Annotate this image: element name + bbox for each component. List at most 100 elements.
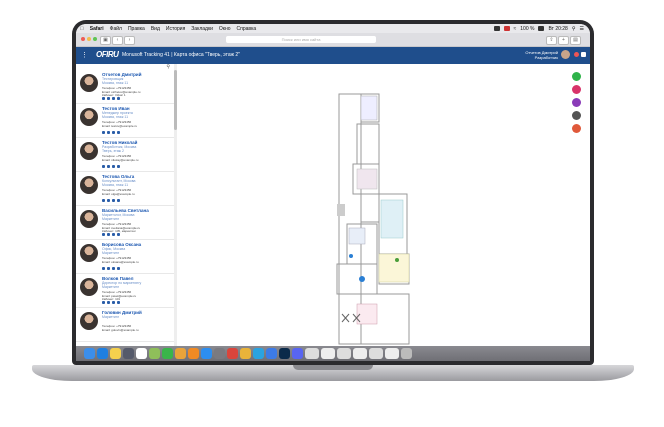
finder-icon[interactable] (84, 348, 95, 359)
chat-icon[interactable] (107, 199, 110, 202)
status-icon-1[interactable] (493, 26, 500, 31)
profile-icon[interactable] (117, 301, 120, 304)
profile-icon[interactable] (117, 233, 120, 236)
notes-icon[interactable] (110, 348, 121, 359)
launchpad-icon[interactable] (123, 348, 134, 359)
user-location-button[interactable] (572, 98, 581, 107)
list-item[interactable]: Тестов Николай Разработчик, Москва Тверь,… (76, 138, 176, 172)
menu-bookmarks[interactable]: Закладки (191, 26, 213, 32)
photoshop-icon[interactable] (279, 348, 290, 359)
photos-icon[interactable] (149, 348, 160, 359)
menu-help[interactable]: Справка (237, 26, 257, 32)
edit-icon[interactable] (112, 97, 115, 100)
map-icon[interactable] (102, 199, 105, 202)
window6-icon[interactable] (385, 348, 399, 359)
list-item[interactable]: Отчетов Дмитрий Тестировщик Москва, этаж … (76, 70, 176, 104)
current-user[interactable]: Отчетов Дмитрий Разработчик (525, 50, 558, 60)
edit-icon[interactable] (112, 199, 115, 202)
menu-file[interactable]: Файл (110, 26, 122, 32)
chat-icon[interactable] (107, 267, 110, 270)
zoom-button[interactable] (93, 37, 97, 41)
window2-icon[interactable] (321, 348, 335, 359)
user-avatar[interactable] (561, 50, 570, 59)
menu-edit[interactable]: Правка (128, 26, 145, 32)
sidebar-toggle-button[interactable]: ▣ (100, 36, 111, 45)
menu-history[interactable]: История (166, 26, 185, 32)
menu-safari[interactable]: Safari (90, 26, 104, 32)
chat-icon[interactable] (107, 301, 110, 304)
share-button[interactable]: ⇧ (546, 36, 557, 45)
telegram-icon[interactable] (253, 348, 264, 359)
back-button[interactable]: ‹ (112, 36, 123, 45)
map-icon[interactable] (102, 233, 105, 236)
edit-icon[interactable] (112, 301, 115, 304)
app-logo[interactable]: OFIRU (96, 50, 119, 59)
chrome-icon[interactable] (175, 348, 186, 359)
chat-icon[interactable] (107, 165, 110, 168)
address-bar[interactable]: Поиск или имя сайта (226, 36, 376, 43)
employee-marker[interactable] (359, 276, 365, 282)
print-button[interactable] (572, 111, 581, 120)
control-center-icon[interactable]: ☰ (580, 26, 584, 32)
list-item[interactable]: Тестов Иван Менеджер проекта Москва, этаж… (76, 104, 176, 138)
new-tab-button[interactable]: + (558, 36, 569, 45)
floor-plan[interactable] (177, 64, 590, 346)
search-icon[interactable]: ⚲ (572, 26, 576, 32)
zoom-fit-button[interactable] (572, 72, 581, 81)
list-item[interactable]: Васильева Светлана Маркетолог, Москва Мар… (76, 206, 176, 240)
battery-icon[interactable] (538, 26, 545, 31)
trash-icon[interactable] (401, 348, 412, 359)
window4-icon[interactable] (353, 348, 367, 359)
appstore-icon[interactable] (201, 348, 212, 359)
profile-icon[interactable] (117, 165, 120, 168)
edit-icon[interactable] (112, 233, 115, 236)
profile-icon[interactable] (117, 131, 120, 134)
edit-icon[interactable] (112, 165, 115, 168)
chrome2-icon[interactable] (240, 348, 251, 359)
menu-window[interactable]: Окно (219, 26, 231, 32)
profile-icon[interactable] (117, 199, 120, 202)
map-icon[interactable] (102, 97, 105, 100)
window5-icon[interactable] (369, 348, 383, 359)
room-yellow[interactable] (378, 253, 410, 283)
info-button[interactable] (572, 124, 581, 133)
tabs-button[interactable]: ▤ (570, 36, 581, 45)
books-icon[interactable] (188, 348, 199, 359)
list-item[interactable]: Головин Дмитрий Маркетинг Телефон: +7912… (76, 308, 176, 342)
forward-button[interactable]: › (124, 36, 135, 45)
safari-icon[interactable] (97, 348, 108, 359)
logout-icon[interactable] (581, 52, 586, 57)
profile-icon[interactable] (117, 97, 120, 100)
profile-icon[interactable] (117, 267, 120, 270)
minimize-button[interactable] (87, 37, 91, 41)
discord-icon[interactable] (292, 348, 303, 359)
status-icon-2[interactable] (503, 26, 510, 31)
wifi-icon[interactable]: ≈ (514, 26, 517, 32)
calendar-icon[interactable] (136, 348, 147, 359)
map-icon[interactable] (102, 165, 105, 168)
edit-icon[interactable] (112, 131, 115, 134)
map-icon[interactable] (102, 267, 105, 270)
facetime-icon[interactable] (162, 348, 173, 359)
room-blue[interactable] (348, 227, 366, 245)
chat-icon[interactable] (107, 97, 110, 100)
apple-icon[interactable]:  (80, 26, 84, 32)
chat-icon[interactable] (107, 131, 110, 134)
employee-marker[interactable] (349, 254, 353, 258)
room-block[interactable] (360, 95, 378, 121)
office-map[interactable] (177, 64, 590, 346)
list-item[interactable]: Борисова Оксана Офис, Москва Маркетинг Те… (76, 240, 176, 274)
meeting-room[interactable] (380, 199, 404, 239)
window3-icon[interactable] (337, 348, 351, 359)
map-icon[interactable] (102, 131, 105, 134)
language-flag-icon[interactable] (574, 52, 579, 57)
window1-icon[interactable] (305, 348, 319, 359)
edit-icon[interactable] (112, 267, 115, 270)
chat-icon[interactable] (107, 233, 110, 236)
close-button[interactable] (81, 37, 85, 41)
room-block[interactable] (356, 168, 378, 190)
list-item[interactable]: Тестова Ольга Консультант, Москва Москва,… (76, 172, 176, 206)
hamburger-menu-icon[interactable]: ⋮ (81, 51, 88, 59)
filter-button[interactable] (572, 85, 581, 94)
keynote-icon[interactable] (266, 348, 277, 359)
